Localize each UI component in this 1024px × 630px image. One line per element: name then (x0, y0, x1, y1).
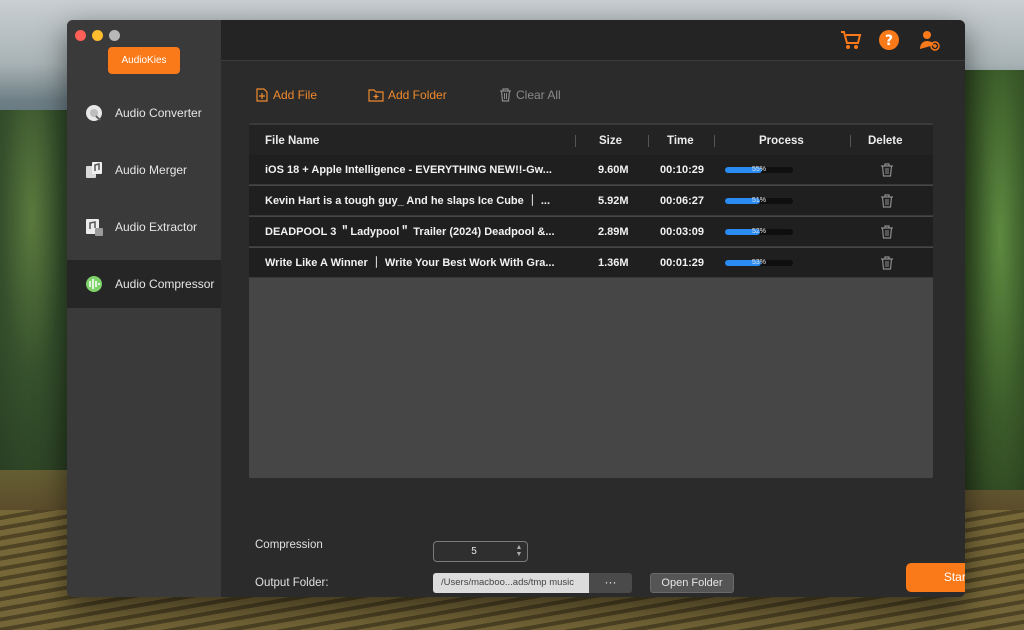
trash-icon (500, 88, 511, 102)
clear-all-button[interactable]: Clear All (499, 88, 561, 102)
column-divider (648, 135, 649, 147)
add-file-label: Add File (273, 88, 318, 102)
browse-folder-button[interactable]: ··· (589, 573, 632, 593)
audio-extractor-icon (83, 216, 105, 238)
sidebar-item-audio-compressor[interactable]: Audio Compressor (67, 260, 221, 308)
add-folder-label: Add Folder (388, 88, 447, 102)
column-header-delete: Delete (868, 135, 903, 147)
start-button[interactable]: Start (906, 563, 965, 592)
file-time-cell: 00:01:29 (660, 257, 705, 269)
file-name-cell: DEADPOOL 3 ＂Ladypool＂ Trailer (2024) Dea… (265, 226, 555, 238)
svg-text:?: ? (885, 33, 893, 49)
sidebar-item-label: Audio Merger (115, 163, 188, 177)
progress-text: 55% (751, 166, 766, 173)
file-name-cell: iOS 18 + Apple Intelligence - EVERYTHING… (265, 164, 552, 176)
compression-value: 5 (471, 546, 477, 557)
sidebar-item-label: Audio Extractor (115, 220, 198, 234)
delete-row-icon[interactable] (879, 162, 895, 178)
add-folder-button[interactable]: Add Folder (368, 88, 447, 102)
delete-row-icon[interactable] (879, 193, 895, 209)
clear-all-label: Clear All (516, 88, 561, 102)
sidebar-item-label: Audio Compressor (115, 277, 215, 291)
progress-text: 51% (751, 197, 766, 204)
main-content: Add File Add Folder Clear All File Name … (221, 61, 965, 597)
file-size-cell: 5.92M (598, 195, 629, 207)
close-window-button[interactable] (75, 30, 86, 41)
stepper-arrows-icon[interactable]: ▲ ▼ (514, 544, 524, 559)
progress-text: 52% (751, 228, 766, 235)
column-divider (575, 135, 576, 147)
progress-bar: 51% (725, 197, 793, 204)
file-name-cell: Write Like A Winner ｜ Write Your Best Wo… (265, 257, 555, 269)
brand-logo: AudioKies (108, 47, 180, 74)
progress-text: 53% (751, 259, 766, 266)
progress-bar: 53% (725, 259, 793, 266)
minimize-window-button[interactable] (92, 30, 103, 41)
account-icon[interactable] (917, 28, 941, 52)
table-row[interactable]: Write Like A Winner ｜ Write Your Best Wo… (249, 248, 933, 278)
app-window: AudioKies Audio Converter Audio Merger A… (67, 20, 965, 597)
file-name-cell: Kevin Hart is a tough guy_ And he slaps … (265, 195, 551, 207)
output-path-field[interactable]: /Users/macboo...ads/tmp music (433, 573, 589, 593)
file-size-cell: 1.36M (598, 257, 629, 269)
zoom-window-button[interactable] (109, 30, 120, 41)
compression-stepper[interactable]: 5 ▲ ▼ (433, 541, 528, 562)
column-header-process: Process (759, 135, 804, 147)
audio-converter-icon (83, 102, 105, 124)
open-folder-button[interactable]: Open Folder (650, 573, 734, 593)
audio-merger-icon (83, 159, 105, 181)
help-icon[interactable]: ? (877, 28, 901, 52)
table-row[interactable]: iOS 18 + Apple Intelligence - EVERYTHING… (249, 155, 933, 185)
file-size-cell: 2.89M (598, 226, 629, 238)
sidebar: AudioKies Audio Converter Audio Merger A… (67, 20, 221, 597)
progress-bar: 55% (725, 166, 793, 173)
add-file-button[interactable]: Add File (255, 88, 317, 102)
compression-label: Compression (255, 539, 323, 551)
window-controls (75, 30, 120, 41)
column-header-time: Time (667, 135, 694, 147)
sidebar-item-audio-merger[interactable]: Audio Merger (67, 146, 221, 194)
delete-row-icon[interactable] (879, 255, 895, 271)
progress-bar: 52% (725, 228, 793, 235)
table-row[interactable]: DEADPOOL 3 ＂Ladypool＂ Trailer (2024) Dea… (249, 217, 933, 247)
file-time-cell: 00:10:29 (660, 164, 705, 176)
column-divider (850, 135, 851, 147)
audio-compressor-icon (83, 273, 105, 295)
file-size-cell: 9.60M (598, 164, 629, 176)
top-bar: ? (221, 20, 965, 61)
sidebar-item-audio-extractor[interactable]: Audio Extractor (67, 203, 221, 251)
delete-row-icon[interactable] (879, 224, 895, 240)
sidebar-item-label: Audio Converter (115, 106, 202, 120)
sidebar-item-audio-converter[interactable]: Audio Converter (67, 89, 221, 137)
add-folder-icon (368, 89, 384, 102)
column-header-file-name: File Name (265, 135, 320, 147)
file-time-cell: 00:06:27 (660, 195, 705, 207)
column-header-size: Size (599, 135, 623, 147)
output-folder-label: Output Folder: (255, 577, 329, 589)
column-divider (714, 135, 715, 147)
cart-icon[interactable] (839, 28, 863, 52)
table-header: File Name Size Time Process Delete (249, 123, 933, 155)
file-table: File Name Size Time Process Delete iOS 1… (249, 123, 933, 478)
file-time-cell: 00:03:09 (660, 226, 705, 238)
table-row[interactable]: Kevin Hart is a tough guy_ And he slaps … (249, 186, 933, 216)
desktop-background-hill (964, 70, 1024, 490)
add-file-icon (256, 88, 268, 102)
